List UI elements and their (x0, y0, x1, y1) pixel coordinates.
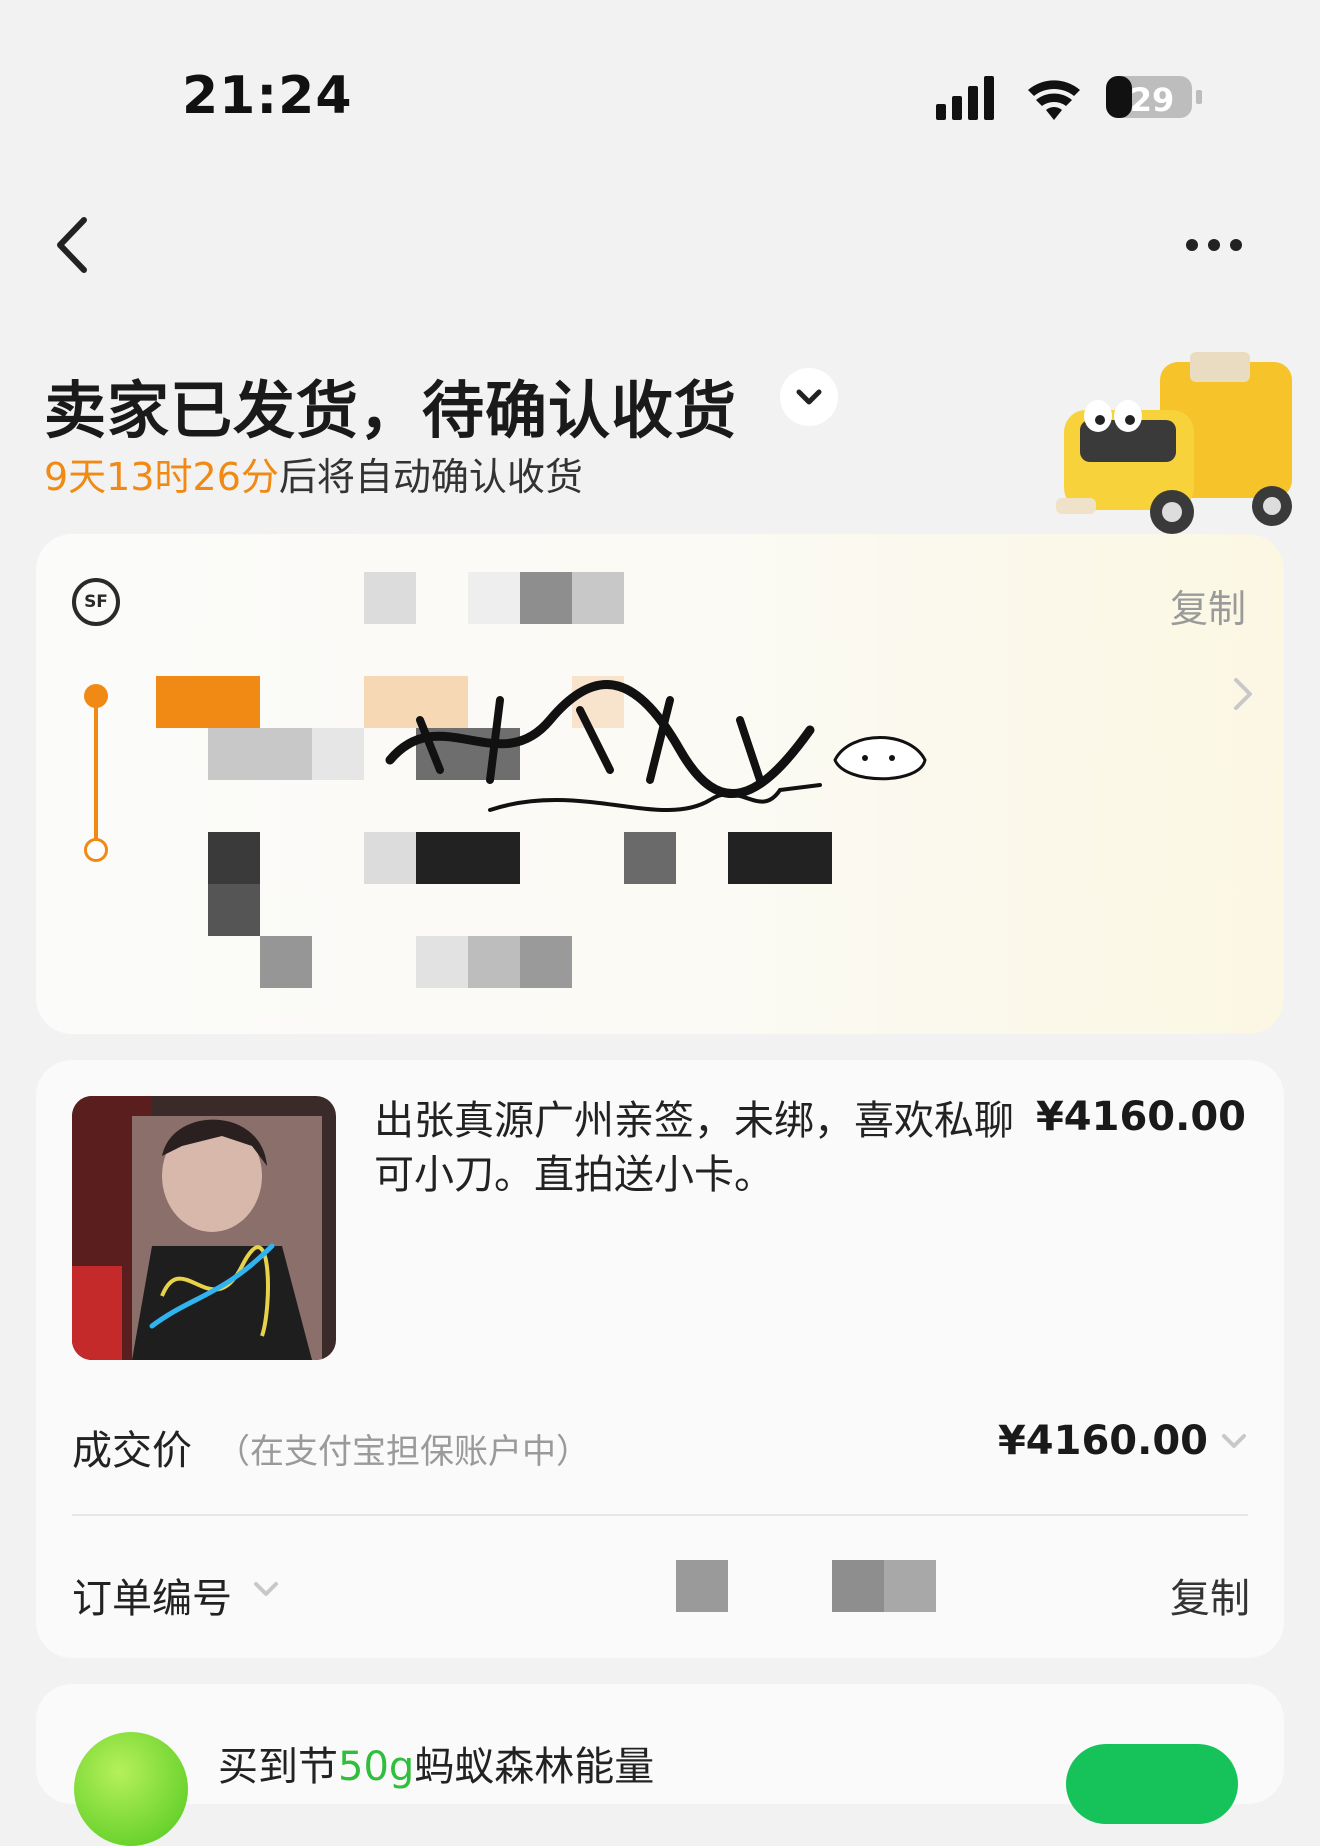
order-number-label: 订单编号 (72, 1576, 232, 1622)
countdown: 9天13时26分 (44, 455, 279, 499)
chevron-down-icon (796, 389, 822, 405)
product-title[interactable]: 出张真源广州亲签，未绑，喜欢私聊可小刀。直拍送小卡。 (374, 1094, 1014, 1202)
chevron-right-icon (1234, 678, 1252, 710)
promo-energy-amount: 50g (338, 1744, 415, 1790)
copy-order-number-button[interactable]: 复制 (1170, 1566, 1250, 1624)
delivery-truck-illustration (1056, 352, 1292, 534)
signal-icon (936, 76, 994, 120)
auto-confirm-line: 9天13时26分后将自动确认收货 (44, 446, 583, 501)
wifi-icon (1028, 80, 1080, 120)
copy-tracking-button[interactable]: 复制 (1170, 578, 1246, 633)
product-image[interactable] (72, 1096, 336, 1360)
handwritten-sticker (385, 679, 927, 812)
deal-price-label: 成交价 (72, 1428, 192, 1474)
order-status-title: 卖家已发货，待确认收货 (44, 374, 738, 447)
status-expand-button[interactable] (780, 368, 838, 426)
deal-price-note: （在支付宝担保账户中） (216, 1432, 590, 1472)
more-dots-icon (1186, 239, 1198, 251)
product-price: ¥4160.00 (1035, 1094, 1246, 1140)
timeline-line (94, 706, 98, 844)
status-icons: 29 (936, 76, 1202, 120)
sf-express-logo: SF (72, 578, 120, 626)
auto-confirm-text: 后将自动确认收货 (278, 455, 583, 499)
order-number-expand-button[interactable] (250, 1576, 282, 1604)
energy-ball-icon (74, 1732, 188, 1846)
promo-action-button[interactable] (1066, 1744, 1238, 1824)
status-time: 21:24 (182, 66, 353, 126)
timeline-destination-dot (84, 838, 108, 862)
logistics-detail-button[interactable] (1228, 672, 1258, 716)
battery-level: 29 (1130, 81, 1175, 119)
more-button[interactable] (1186, 236, 1260, 264)
divider (72, 1514, 1248, 1516)
deal-price: ¥4160.00 (997, 1418, 1208, 1464)
promo-text: 买到节50g蚂蚁森林能量 (218, 1744, 655, 1790)
battery-icon: 29 (1106, 76, 1202, 119)
chevron-down-icon (1222, 1434, 1246, 1448)
deal-price-expand-button[interactable] (1218, 1428, 1250, 1456)
back-button[interactable] (44, 210, 104, 280)
timeline-current-dot (84, 684, 108, 708)
chevron-down-icon (254, 1582, 278, 1596)
chevron-left-icon (57, 217, 87, 273)
